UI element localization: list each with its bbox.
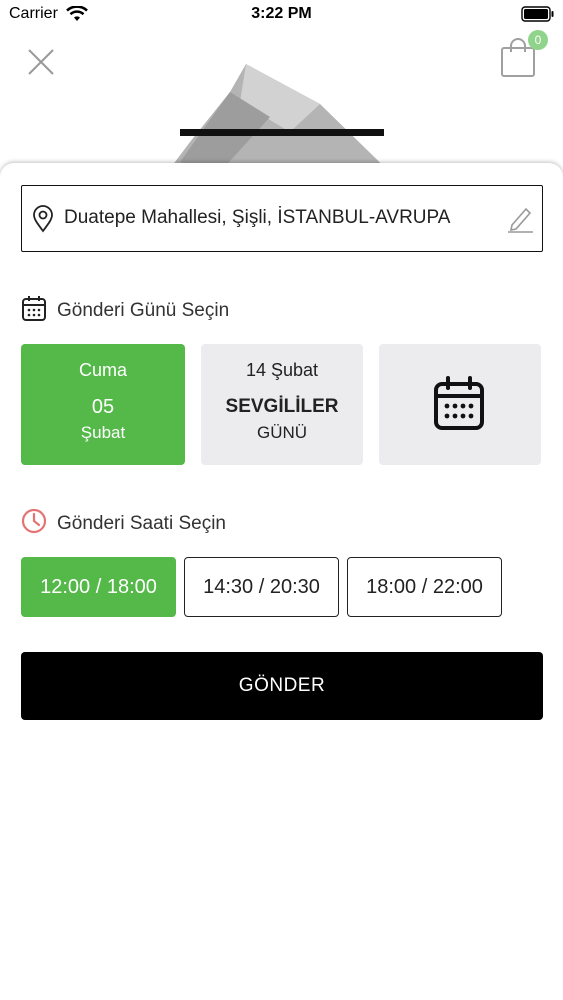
status-bar: Carrier 3:22 PM bbox=[0, 0, 563, 30]
time-option-12-18[interactable]: 12:00 / 18:00 bbox=[21, 557, 176, 617]
cart-button[interactable]: 0 bbox=[498, 30, 550, 77]
submit-button[interactable]: GÖNDER bbox=[21, 652, 543, 720]
close-button[interactable] bbox=[24, 45, 58, 79]
time-option-1430-2030[interactable]: 14:30 / 20:30 bbox=[184, 557, 339, 617]
time-option-18-22[interactable]: 18:00 / 22:00 bbox=[347, 557, 502, 617]
delivery-day-title: Gönderi Günü Seçin bbox=[57, 300, 230, 321]
delivery-day-heading: Gönderi Günü Seçin bbox=[21, 294, 229, 328]
day-option-valentines[interactable]: 14 Şubat SEVGİLİLER GÜNÜ bbox=[201, 344, 363, 465]
day-option-month: Şubat bbox=[80, 423, 126, 442]
day-option-calendar-picker[interactable] bbox=[379, 344, 541, 465]
address-field[interactable]: Duatepe Mahallesi, Şişli, İSTANBUL-AVRUP… bbox=[21, 185, 543, 252]
sheet-drag-handle[interactable] bbox=[180, 129, 384, 136]
day-option-event: SEVGİLİLER bbox=[225, 396, 339, 417]
day-option-event-sub: GÜNÜ bbox=[256, 423, 308, 442]
address-text: Duatepe Mahallesi, Şişli, İSTANBUL-AVRUP… bbox=[64, 207, 451, 228]
status-time: 3:22 PM bbox=[251, 5, 312, 22]
battery-icon bbox=[521, 6, 555, 27]
clock-icon bbox=[21, 508, 47, 540]
delivery-time-title: Gönderi Saati Seçin bbox=[57, 513, 226, 534]
cart-count-badge: 0 bbox=[528, 30, 548, 50]
day-option-friday[interactable]: Cuma 05 Şubat bbox=[21, 344, 185, 465]
close-icon bbox=[28, 49, 54, 75]
day-option-date: 05 bbox=[91, 396, 115, 418]
delivery-time-heading: Gönderi Saati Seçin bbox=[21, 508, 226, 540]
calendar-icon bbox=[433, 376, 485, 437]
day-option-weekday: Cuma bbox=[78, 360, 127, 380]
location-pin-icon bbox=[32, 205, 54, 238]
calendar-icon bbox=[21, 294, 47, 328]
delivery-sheet: Duatepe Mahallesi, Şişli, İSTANBUL-AVRUP… bbox=[0, 163, 563, 1000]
day-option-date: 14 Şubat bbox=[245, 360, 319, 380]
pencil-icon[interactable] bbox=[506, 204, 534, 239]
